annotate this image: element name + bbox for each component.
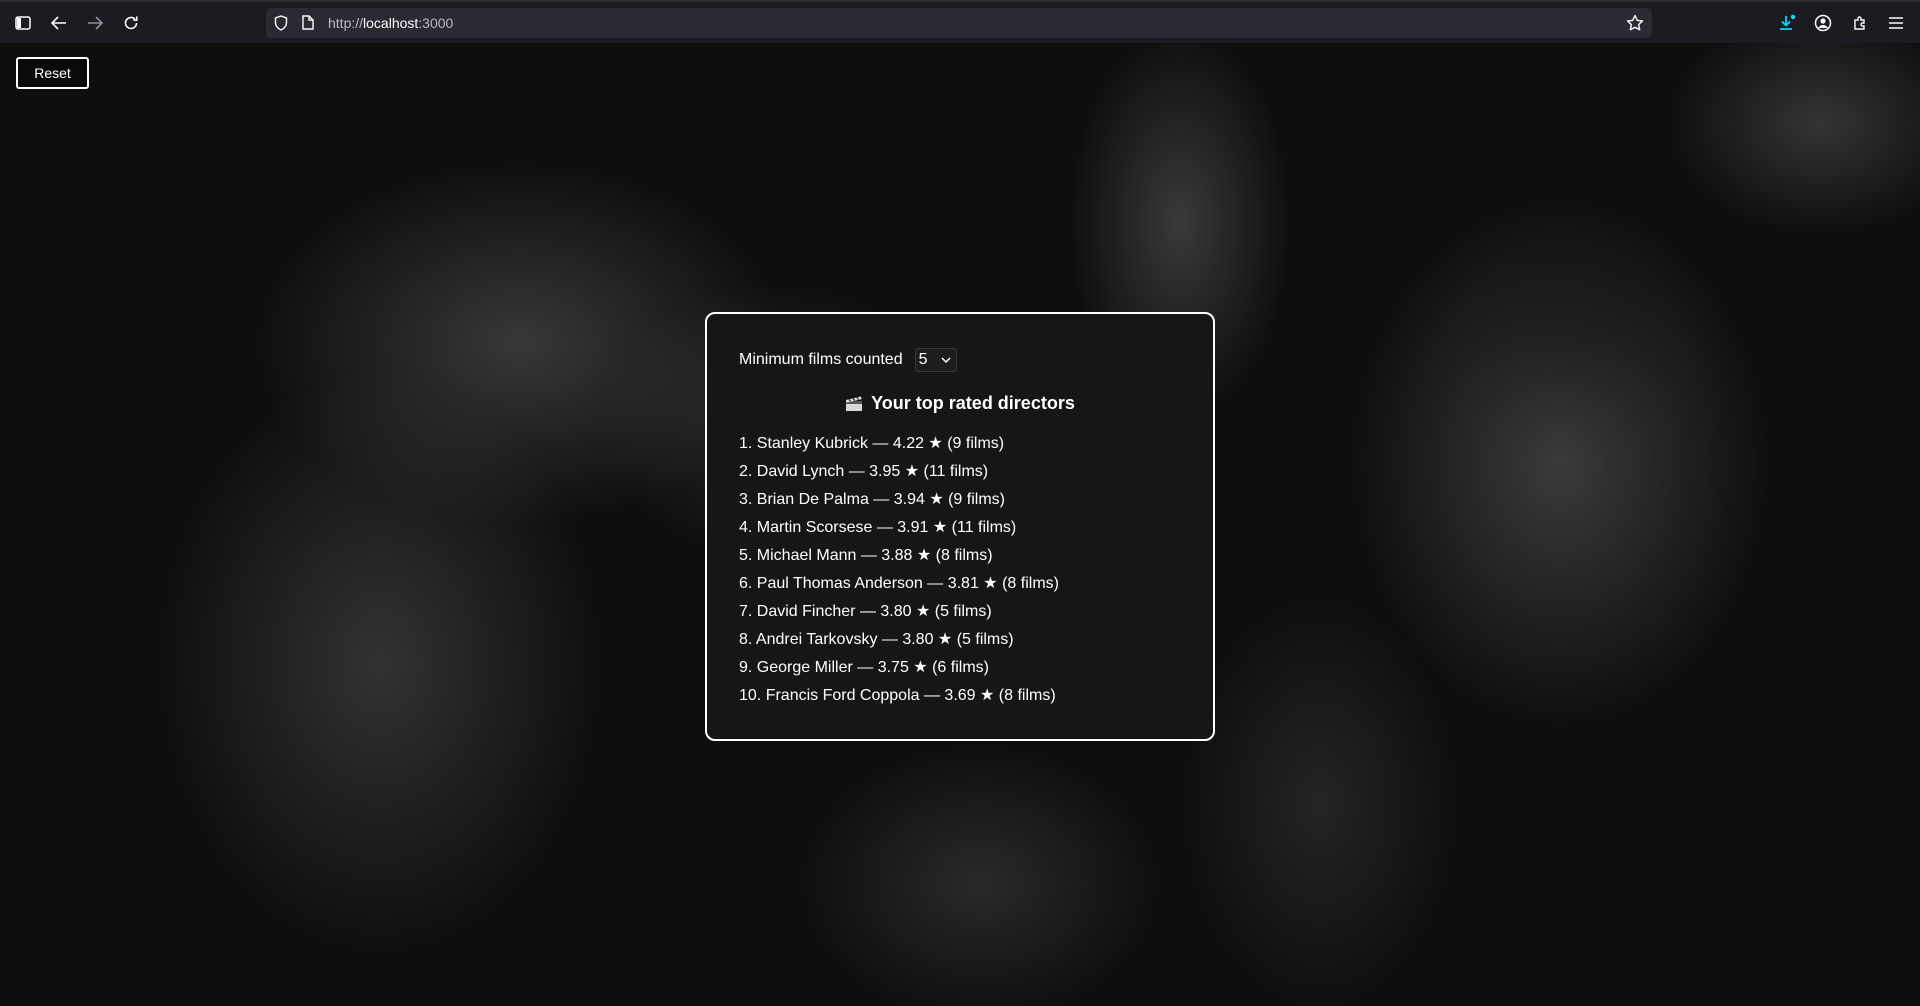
sidebar-icon[interactable] [9,11,37,35]
list-item: 3. Brian De Palma — 3.94 ★ (9 films) [739,491,1005,508]
download-icon[interactable] [1773,11,1801,35]
forward-icon[interactable] [81,11,109,35]
address-bar[interactable]: http://localhost:3000 [266,8,1652,38]
url-host: localhost [363,15,419,31]
back-icon[interactable] [45,11,73,35]
menu-icon[interactable] [1882,11,1910,35]
list-item: 9. George Miller — 3.75 ★ (6 films) [739,659,989,676]
url-port: :3000 [418,15,454,31]
page-viewport: Reset Minimum films counted 5 Your top r… [0,43,1920,1006]
min-films-filter: Minimum films counted 5 [739,348,1181,372]
min-films-label: Minimum films counted [739,351,903,368]
clapperboard-icon [845,393,863,419]
page-icon[interactable] [302,15,314,30]
min-films-select[interactable]: 5 [914,348,957,372]
director-list: 1. Stanley Kubrick — 4.22 ★ (9 films) 2.… [739,430,1181,710]
account-icon[interactable] [1809,11,1837,35]
list-item: 2. David Lynch — 3.95 ★ (11 films) [739,463,989,480]
chevron-down-icon [941,357,951,364]
list-item: 4. Martin Scorsese — 3.91 ★ (11 films) [739,519,1017,536]
reload-icon[interactable] [117,11,145,35]
shield-icon[interactable] [274,15,288,31]
top-directors-panel: Minimum films counted 5 Your top rated d… [705,312,1215,741]
bookmark-star-icon[interactable] [1626,14,1644,32]
list-item: 7. David Fincher — 3.80 ★ (5 films) [739,603,992,620]
list-item: 10. Francis Ford Coppola — 3.69 ★ (8 fil… [739,687,1056,704]
list-item: 6. Paul Thomas Anderson — 3.81 ★ (8 film… [739,575,1059,592]
url-scheme: http:// [328,15,364,31]
list-item: 5. Michael Mann — 3.88 ★ (8 films) [739,547,993,564]
panel-title: Your top rated directors [739,390,1181,416]
reset-button[interactable]: Reset [16,57,89,89]
list-item: 8. Andrei Tarkovsky — 3.80 ★ (5 films) [739,631,1014,648]
min-films-value: 5 [918,351,928,368]
panel-title-text: Your top rated directors [871,393,1075,413]
list-item: 1. Stanley Kubrick — 4.22 ★ (9 films) [739,435,1005,452]
url-text[interactable]: http://localhost:3000 [328,15,453,31]
extensions-icon[interactable] [1846,11,1874,35]
browser-toolbar: http://localhost:3000 [0,0,1920,43]
